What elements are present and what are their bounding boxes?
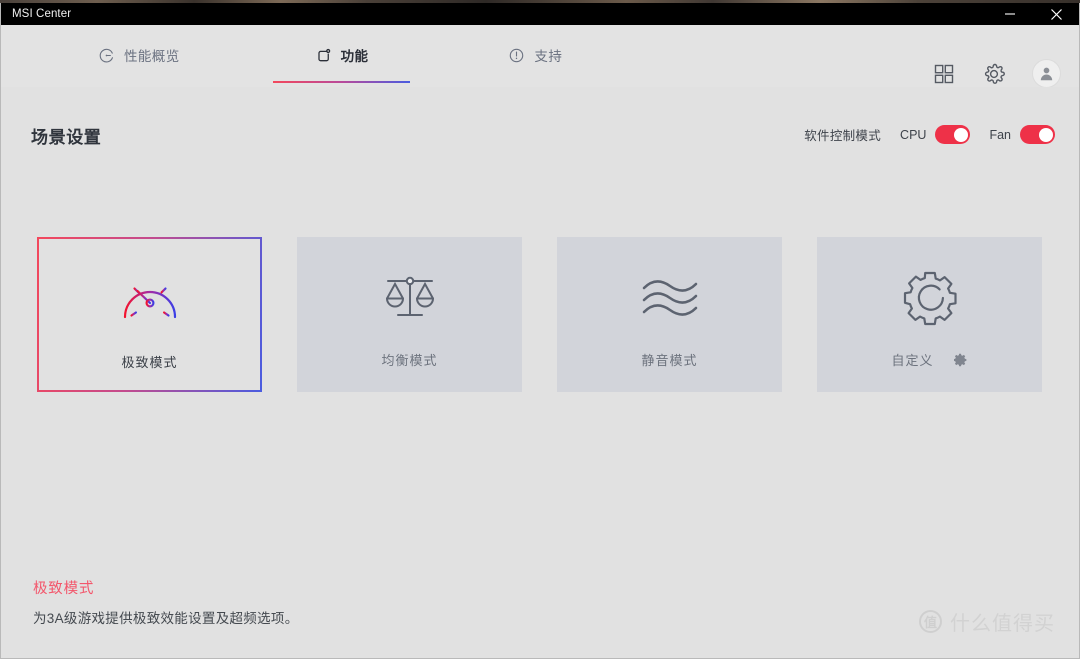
control-mode-label: 软件控制模式 (804, 129, 882, 143)
navigation-bar: 性能概览 功能 支持 (1, 25, 1079, 88)
close-button[interactable] (1033, 3, 1079, 25)
scenario-card-list: 极致模式 均衡模式 静音模式 自定义 (37, 237, 1042, 392)
speedometer-icon (118, 270, 182, 330)
card-label: 极致模式 (121, 355, 178, 370)
tab-support[interactable]: 支持 (504, 33, 566, 77)
cpu-toggle[interactable] (935, 125, 971, 144)
main-content: 场景设置 软件控制模式 CPU Fan 极致模式 均衡模式 静音模式 自定义 极… (1, 87, 1079, 658)
card-label: 静音模式 (641, 353, 698, 368)
toggle-knob (953, 127, 968, 142)
application-window: MSI Center 性能概览 功能 支持 场景设置 软件控制模式 CPU Fa… (0, 3, 1080, 659)
minimize-button[interactable] (987, 3, 1033, 25)
tab-list: 性能概览 功能 支持 (1, 25, 566, 83)
active-tab-indicator (272, 81, 411, 83)
card-label: 均衡模式 (381, 353, 438, 368)
card-label-row: 极致模式 (121, 352, 177, 371)
window-controls (987, 3, 1079, 25)
msi-center-window: MSI Center 性能概览 功能 支持 场景设置 软件控制模式 CPU Fa… (0, 0, 1080, 659)
mode-description-text: 为3A级游戏提供极致效能设置及超频选项。 (33, 611, 299, 626)
user-avatar-icon[interactable] (1032, 59, 1061, 88)
watermark-text: 什么值得买 (950, 613, 1055, 635)
cpu-switch-label: CPU (900, 127, 927, 142)
tab-label: 支持 (534, 49, 563, 64)
page-title: 场景设置 (31, 128, 102, 147)
toggle-knob (1038, 127, 1053, 142)
features-square-icon (315, 47, 332, 64)
tab-label: 性能概览 (124, 49, 180, 64)
custom-settings-gear-icon[interactable] (953, 353, 968, 367)
scenario-card-silent[interactable]: 静音模式 (557, 237, 782, 392)
tab-label: 功能 (340, 49, 369, 64)
window-title: MSI Center (12, 8, 72, 20)
title-bar: MSI Center (1, 3, 1079, 25)
scenario-card-extreme[interactable]: 极致模式 (37, 237, 262, 392)
mode-description-title: 极致模式 (33, 581, 95, 597)
support-info-icon (508, 47, 525, 64)
settings-gear-icon[interactable] (982, 62, 1006, 86)
mode-description: 极致模式 为3A级游戏提供极致效能设置及超频选项。 (33, 577, 299, 627)
scenario-card-balanced[interactable]: 均衡模式 (297, 237, 522, 392)
performance-gauge-icon (98, 47, 115, 64)
card-label-row: 均衡模式 (381, 350, 437, 369)
apps-grid-icon[interactable] (932, 62, 956, 86)
card-label-row: 自定义 (891, 350, 967, 369)
scenario-card-custom[interactable]: 自定义 (817, 237, 1042, 392)
card-label-row: 静音模式 (641, 350, 697, 369)
balance-scale-icon (381, 268, 439, 328)
tab-features[interactable]: 功能 (272, 33, 411, 83)
software-control-mode-group: 软件控制模式 CPU Fan (804, 125, 1055, 144)
sound-waves-icon (639, 268, 701, 328)
tab-performance-overview[interactable]: 性能概览 (94, 33, 184, 77)
card-label: 自定义 (891, 353, 934, 368)
section-header: 场景设置 (31, 123, 101, 148)
watermark: 值 什么值得买 (919, 607, 1055, 636)
nav-action-group (932, 59, 1061, 88)
gear-outline-icon (901, 268, 959, 328)
fan-toggle[interactable] (1020, 125, 1055, 144)
cpu-switch-group: CPU (900, 125, 971, 144)
watermark-logo-icon: 值 (919, 610, 942, 633)
fan-switch-label: Fan (989, 127, 1011, 142)
fan-switch-group: Fan (989, 125, 1055, 144)
